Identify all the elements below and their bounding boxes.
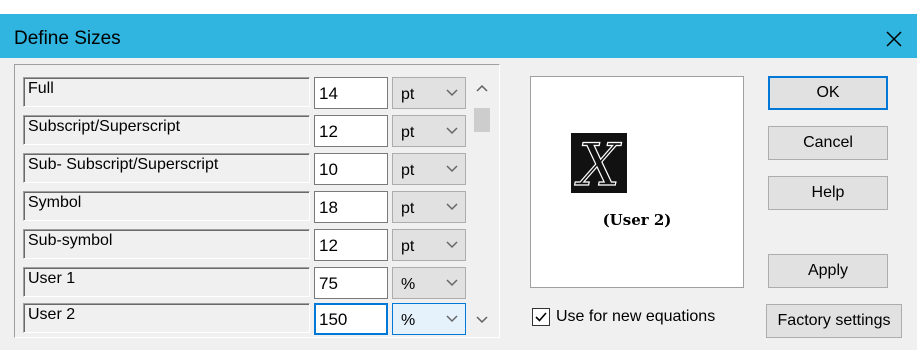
chevron-down-icon [446,279,458,287]
title-bar-top-strip [0,0,917,14]
size-row-symbol: Symbol 18 pt [23,189,481,225]
ok-button[interactable]: OK [768,76,888,110]
chevron-down-icon [446,165,458,173]
scroll-down-button[interactable] [470,308,494,332]
checkmark-icon [535,312,547,322]
factory-settings-button[interactable]: Factory settings [766,304,902,338]
size-value-input[interactable]: 12 [314,229,388,261]
x-glyph-icon: X [571,130,627,200]
size-unit-select[interactable]: % [392,267,466,299]
size-label: Subscript/Superscript [23,115,310,145]
size-unit-value: pt [401,238,415,255]
size-unit-value: % [401,276,416,293]
preview-glyph-letter: X [574,133,622,193]
close-icon [886,31,902,47]
size-row-subscript: Subscript/Superscript 12 pt [23,113,481,149]
size-unit-select[interactable]: pt [392,191,466,223]
size-unit-value: pt [401,124,415,141]
size-unit-select[interactable]: pt [392,229,466,261]
size-label: Symbol [23,191,310,221]
size-unit-value: pt [401,200,415,217]
size-value-input[interactable]: 14 [314,77,388,109]
size-label: Sub- Subscript/Superscript [23,153,310,183]
size-label: Sub-symbol [23,229,310,259]
scroll-up-button[interactable] [470,76,494,100]
size-label: Full [23,77,310,107]
cancel-button[interactable]: Cancel [768,126,888,160]
size-unit-value: pt [401,162,415,179]
size-unit-select[interactable]: pt [392,115,466,147]
size-row-user-1: User 1 75 % [23,265,481,301]
size-value-input[interactable]: 75 [314,267,388,299]
size-unit-value: pt [401,86,415,103]
apply-button[interactable]: Apply [768,254,888,288]
preview-box: X (User 2) [530,76,744,288]
size-row-user-2: User 2 150 % [23,301,481,337]
size-row-sub-subscript: Sub- Subscript/Superscript 10 pt [23,151,481,187]
chevron-down-icon [476,316,488,324]
help-button[interactable]: Help [768,176,888,210]
chevron-down-icon [446,315,458,323]
use-for-new-equations-checkbox[interactable] [532,308,550,326]
size-unit-select[interactable]: pt [392,77,466,109]
size-row-sub-symbol: Sub-symbol 12 pt [23,227,481,263]
size-unit-value: % [401,312,416,329]
size-value-input[interactable]: 150 [314,303,388,335]
size-value-input[interactable]: 10 [314,153,388,185]
preview-glyph-image: X [571,130,627,200]
size-row-full: Full 14 pt [23,75,481,111]
chevron-up-icon [476,84,488,92]
size-label: User 1 [23,267,310,297]
close-button[interactable] [879,25,909,53]
chevron-down-icon [446,241,458,249]
sizes-list-panel: Full 14 pt Subscript/Superscript 12 pt S… [14,64,500,338]
size-label: User 2 [23,303,310,333]
size-value-input[interactable]: 12 [314,115,388,147]
preview-label: (User 2) [602,211,672,229]
size-unit-select[interactable]: pt [392,153,466,185]
chevron-down-icon [446,89,458,97]
chevron-down-icon [446,203,458,211]
window-title: Define Sizes [14,28,121,49]
size-unit-select[interactable]: % [392,303,466,335]
scroll-thumb[interactable] [474,108,490,132]
use-for-new-equations[interactable]: Use for new equations [532,304,715,330]
use-for-new-equations-label: Use for new equations [556,308,716,325]
sizes-scrollbar[interactable] [470,76,494,332]
size-value-input[interactable]: 18 [314,191,388,223]
chevron-down-icon [446,127,458,135]
